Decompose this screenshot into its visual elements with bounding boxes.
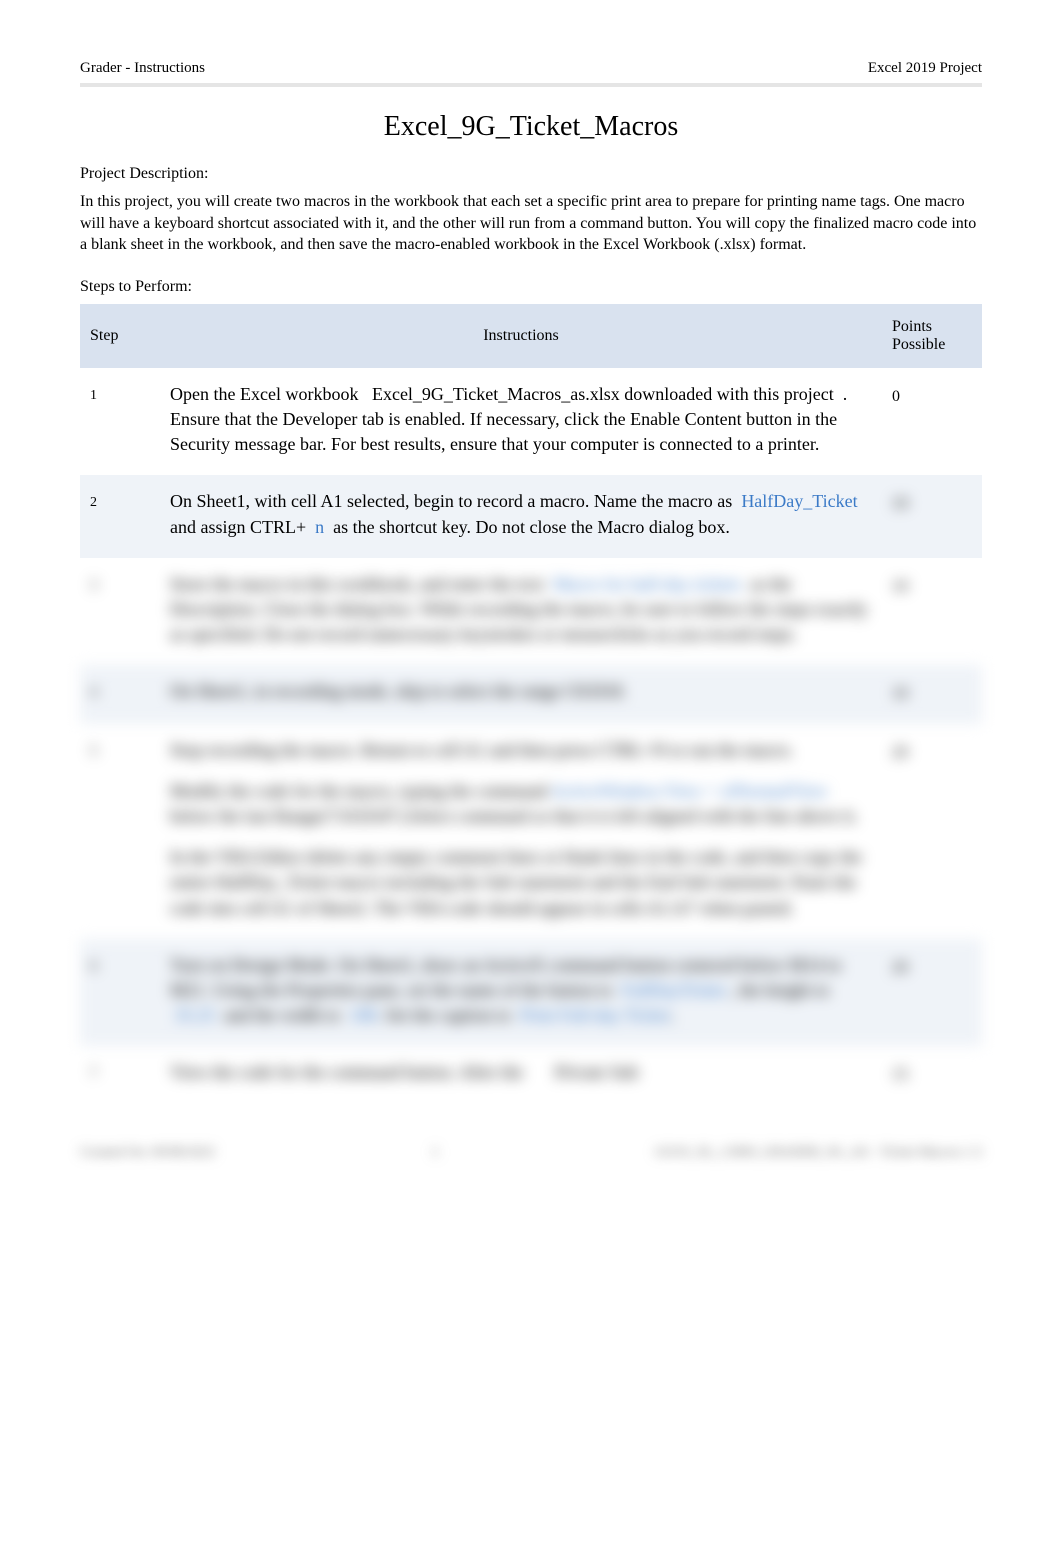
table-header-row: Step Instructions Points Possible: [80, 304, 982, 368]
header-left: Grader - Instructions: [80, 60, 205, 77]
instr-text: as the shortcut key. Do not close the Ma…: [329, 517, 730, 537]
table-row: 6 Turn on Design Mode. On Sheet1, draw a…: [80, 939, 982, 1047]
col-header-step: Step: [80, 304, 160, 368]
header-bar: Grader - Instructions Excel 2019 Project: [80, 60, 982, 87]
instr-text: and the width to: [220, 1005, 345, 1025]
step-instructions: View the code for the command button. Af…: [160, 1046, 882, 1104]
step-instructions: Store the macro in this workbook, and en…: [160, 558, 882, 666]
step-points: 10: [882, 475, 982, 557]
instr-text: On Sheet1, in recording mode, skip to se…: [170, 681, 626, 701]
header-right: Excel 2019 Project: [868, 60, 982, 77]
instr-text: Stop recording the macro. Return to cell…: [170, 740, 794, 760]
instr-text: Store the macro in this workbook, and en…: [170, 574, 548, 594]
page-footer: Created On: 09/08/2022 1 GO19_XL_CH09_GR…: [80, 1145, 982, 1161]
step-instructions: Stop recording the macro. Return to cell…: [160, 724, 882, 939]
instr-text: .: [670, 1005, 675, 1025]
project-description-label: Project Description:: [80, 165, 982, 183]
step-points: 10: [882, 558, 982, 666]
step-number: 4: [80, 665, 160, 723]
instr-text: View the code for the command button. Af…: [170, 1062, 528, 1082]
instr-highlight: Macro for half-day tickets: [553, 574, 741, 594]
instr-highlight: FullDayTicket: [621, 980, 725, 1000]
table-row: 7 View the code for the command button. …: [80, 1046, 982, 1104]
document-title: Excel_9G_Ticket_Macros: [80, 111, 982, 143]
table-row: 1 Open the Excel workbook Excel_9G_Ticke…: [80, 368, 982, 476]
step-instructions: Open the Excel workbook Excel_9G_Ticket_…: [160, 368, 882, 476]
instr-text: Open the Excel workbook: [170, 384, 363, 404]
instr-highlight: ActiveWindow.View = xlNormalView: [551, 781, 828, 801]
instr-highlight: 108: [349, 1005, 376, 1025]
steps-to-perform-label: Steps to Perform:: [80, 278, 982, 296]
step-number: 3: [80, 558, 160, 666]
step-instructions: Turn on Design Mode. On Sheet1, draw an …: [160, 939, 882, 1047]
table-row: 3 Store the macro in this workbook, and …: [80, 558, 982, 666]
step-points: 20: [882, 939, 982, 1047]
col-header-instructions: Instructions: [160, 304, 882, 368]
instr-text: In the VBA Editor delete any empty comme…: [170, 847, 862, 917]
table-row: 5 Stop recording the macro. Return to ce…: [80, 724, 982, 939]
footer-right: GO19_XL_CH09_GRADER_9G_AS - Ticket Macro…: [655, 1145, 982, 1161]
instr-highlight: Print Full-day Ticket: [520, 1005, 670, 1025]
instr-highlight: 35.25: [175, 1005, 216, 1025]
step-number: 2: [80, 475, 160, 557]
step-points: 15: [882, 1046, 982, 1104]
step-number: 7: [80, 1046, 160, 1104]
step-number: 6: [80, 939, 160, 1047]
instr-text: . Set the caption to: [376, 1005, 515, 1025]
instr-text: and assign CTRL+: [170, 517, 311, 537]
instr-text: below the last Range("C8:D18").Select co…: [170, 806, 858, 826]
step-instructions: On Sheet1, in recording mode, skip to se…: [160, 665, 882, 723]
instr-text: , the height to: [730, 980, 829, 1000]
project-description-text: In this project, you will create two mac…: [80, 191, 982, 256]
instr-text: Private Sub: [555, 1062, 639, 1082]
instr-filename: Excel_9G_Ticket_Macros_as.xlsx: [372, 384, 620, 404]
step-instructions: On Sheet1, with cell A1 selected, begin …: [160, 475, 882, 557]
instr-highlight: HalfDay_Ticket: [741, 491, 857, 511]
col-header-points: Points Possible: [882, 304, 982, 368]
step-points: 20: [882, 724, 982, 939]
step-number: 5: [80, 724, 160, 939]
table-row: 2 On Sheet1, with cell A1 selected, begi…: [80, 475, 982, 557]
footer-center: 1: [432, 1145, 439, 1161]
steps-table: Step Instructions Points Possible 1 Open…: [80, 304, 982, 1105]
step-points: 10: [882, 665, 982, 723]
step-points: 0: [882, 368, 982, 476]
instr-text: Modify the code for the macro, typing th…: [170, 781, 551, 801]
footer-left: Created On: 09/08/2022: [80, 1145, 215, 1161]
instr-highlight: n: [315, 517, 324, 537]
instr-text: On Sheet1, with cell A1 selected, begin …: [170, 491, 737, 511]
table-row: 4 On Sheet1, in recording mode, skip to …: [80, 665, 982, 723]
instr-text: downloaded with this project: [620, 384, 834, 404]
step-number: 1: [80, 368, 160, 476]
